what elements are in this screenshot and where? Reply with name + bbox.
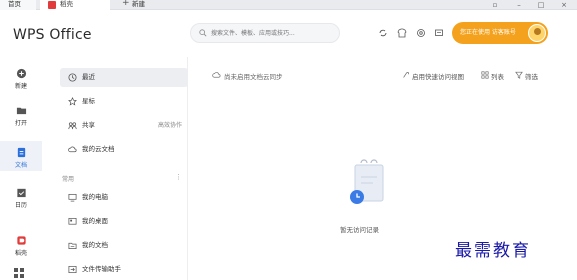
nav-item-starred[interactable]: 星标 bbox=[60, 92, 188, 111]
nav-section-title: 常用 bbox=[62, 176, 75, 183]
rail-item-docer[interactable]: 稻壳 bbox=[0, 229, 42, 259]
tab-new-label: 新建 bbox=[132, 0, 145, 8]
list-icon bbox=[481, 71, 489, 79]
desktop-icon bbox=[68, 217, 77, 225]
rail-item-open[interactable]: 打开 bbox=[0, 99, 42, 129]
nav-item-label: 我的文档 bbox=[82, 241, 108, 249]
left-rail: 新建 打开 文档 日历 稻壳 bbox=[0, 57, 42, 280]
app-header: WPS Office 您正在使用 访客账号 bbox=[0, 10, 577, 57]
avatar[interactable] bbox=[528, 24, 546, 42]
apps-grid-icon[interactable] bbox=[13, 267, 25, 279]
window-layout-icon[interactable]: ▫ bbox=[486, 0, 504, 10]
search-input[interactable] bbox=[211, 27, 335, 40]
nav-item-label: 文件传输助手 bbox=[82, 265, 121, 273]
nav-item-recent[interactable]: 最近 bbox=[60, 68, 188, 87]
settings-icon[interactable] bbox=[416, 28, 426, 38]
more-options-icon[interactable]: ⋮ bbox=[175, 173, 182, 181]
filter-button[interactable]: 筛选 bbox=[515, 71, 538, 81]
clock-icon bbox=[68, 73, 77, 82]
nav-item-desktop[interactable]: 我的桌面 bbox=[60, 212, 188, 231]
maximize-button[interactable]: □ bbox=[532, 0, 550, 10]
nav-item-label: 我的桌面 bbox=[82, 217, 108, 225]
calendar-icon bbox=[16, 188, 26, 198]
rail-item-label: 打开 bbox=[14, 120, 27, 127]
rail-item-label: 新建 bbox=[14, 83, 27, 90]
message-icon[interactable] bbox=[434, 28, 444, 38]
nav-item-label: 最近 bbox=[82, 73, 95, 81]
search-icon bbox=[199, 29, 207, 37]
account-button[interactable]: 您正在使用 访客账号 bbox=[452, 22, 548, 44]
quick-view-label: 启用快速访问视图 bbox=[412, 73, 464, 81]
nav-item-computer[interactable]: 我的电脑 bbox=[60, 188, 188, 207]
rail-item-calendar[interactable]: 日历 bbox=[0, 181, 42, 211]
empty-history-illustration bbox=[350, 159, 384, 204]
nav-item-documents[interactable]: 我的文档 bbox=[60, 236, 188, 255]
computer-icon bbox=[68, 193, 77, 202]
nav-panel: 最近 星标 共享 高效协作 我的云文档 常用 我的电脑 我的桌面 我的文档 文件… bbox=[58, 57, 188, 280]
transfer-icon bbox=[68, 265, 77, 274]
rail-item-label: 文档 bbox=[14, 162, 27, 169]
folder-docs-icon bbox=[68, 242, 77, 250]
list-view-button[interactable]: 列表 bbox=[481, 71, 504, 81]
search-box[interactable] bbox=[190, 23, 340, 43]
rail-item-label: 稻壳 bbox=[14, 250, 27, 257]
minimize-button[interactable]: – bbox=[510, 0, 528, 10]
cloud-sync-label: 尚未启用文档云同步 bbox=[224, 73, 283, 81]
account-label: 您正在使用 访客账号 bbox=[460, 29, 516, 36]
plus-circle-icon bbox=[16, 68, 26, 79]
tab-home-label: 首页 bbox=[8, 0, 21, 8]
collaboration-link[interactable]: 高效协作 bbox=[158, 116, 182, 135]
filter-label: 筛选 bbox=[525, 73, 538, 81]
app-brand: WPS Office bbox=[13, 27, 92, 43]
cloud-sync-icon bbox=[212, 72, 221, 78]
docer-logo-icon bbox=[48, 1, 56, 9]
tab-docer-label: 稻壳 bbox=[60, 0, 73, 8]
rail-item-new[interactable]: 新建 bbox=[0, 62, 42, 92]
sync-icon[interactable] bbox=[378, 28, 388, 38]
rail-item-docs[interactable]: 文档 bbox=[0, 141, 42, 171]
docer-icon bbox=[16, 236, 26, 245]
rail-item-label: 日历 bbox=[14, 202, 27, 209]
tab-docer[interactable]: 稻壳 bbox=[40, 0, 110, 10]
close-button[interactable]: × bbox=[555, 0, 573, 10]
nav-item-label: 我的云文档 bbox=[82, 145, 115, 153]
nav-item-label: 共享 bbox=[82, 121, 95, 129]
watermark-logo: 最需教育 bbox=[455, 241, 531, 261]
tab-home[interactable]: 首页 bbox=[0, 0, 36, 10]
tab-new[interactable]: + 新建 bbox=[120, 0, 180, 10]
plus-icon: + bbox=[122, 0, 130, 8]
nav-item-cloud[interactable]: 我的云文档 bbox=[60, 140, 188, 159]
star-icon bbox=[68, 97, 77, 106]
skin-icon[interactable] bbox=[397, 28, 407, 38]
filter-icon bbox=[515, 71, 523, 79]
nav-item-label: 我的电脑 bbox=[82, 193, 108, 201]
document-icon bbox=[17, 147, 25, 158]
folder-icon bbox=[16, 107, 26, 115]
nav-item-transfer[interactable]: 文件传输助手 bbox=[60, 260, 188, 279]
empty-state-text: 暂无访问记录 bbox=[340, 226, 379, 234]
list-view-label: 列表 bbox=[491, 73, 504, 81]
cloud-sync-hint[interactable]: 尚未启用文档云同步 bbox=[212, 71, 283, 81]
nav-item-shared[interactable]: 共享 高效协作 bbox=[60, 116, 188, 135]
cloud-icon bbox=[68, 146, 77, 153]
quick-view-toggle[interactable]: 启用快速访问视图 bbox=[402, 71, 464, 81]
tab-bar: 首页 稻壳 + 新建 ▫ – □ × bbox=[0, 0, 577, 10]
quick-view-icon bbox=[403, 72, 409, 78]
nav-item-label: 星标 bbox=[82, 97, 95, 105]
share-icon bbox=[68, 122, 77, 130]
